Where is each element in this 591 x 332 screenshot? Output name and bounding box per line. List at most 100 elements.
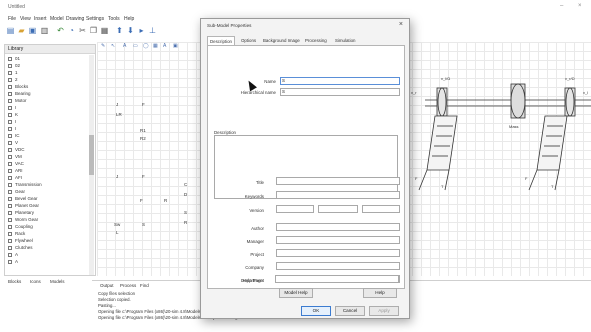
pin-icon[interactable]: ⊥ [148, 26, 157, 35]
library-item[interactable]: A [8, 259, 18, 266]
cut-icon[interactable]: ✂ [78, 26, 87, 35]
minimize-button[interactable]: – [560, 3, 563, 9]
hierarchical-name-field[interactable]: S [280, 88, 400, 96]
library-item[interactable]: Planetary [8, 210, 34, 217]
library-item[interactable]: Planet Gear [8, 203, 39, 210]
library-item[interactable]: Blocks [8, 84, 28, 91]
model-help-button[interactable]: Model Help [279, 288, 313, 298]
canvas-label[interactable]: J [116, 102, 118, 107]
version-minor-field[interactable] [318, 205, 358, 213]
library-item[interactable]: IC [8, 133, 20, 140]
canvas-label[interactable]: R1 [140, 128, 146, 133]
menu-model[interactable]: Model [50, 16, 64, 22]
library-item[interactable]: V [8, 140, 18, 147]
library-item[interactable]: 2 [8, 77, 18, 84]
library-item[interactable]: 01 [8, 56, 20, 63]
canvas-label[interactable]: F [140, 198, 143, 203]
keywords-field[interactable] [276, 191, 400, 199]
library-scrollbar[interactable] [89, 55, 94, 275]
canvas-label[interactable]: D [184, 192, 187, 197]
library-item[interactable]: 02 [8, 63, 20, 70]
library-item[interactable]: VDC [8, 147, 25, 154]
open-folder-icon[interactable]: ▰ [17, 26, 26, 35]
rectangle-tool-icon[interactable]: ▭ [133, 43, 138, 49]
canvas-label[interactable]: R2 [140, 136, 146, 141]
canvas-label[interactable]: L [116, 230, 119, 235]
menu-settings[interactable]: Settings [86, 16, 104, 22]
library-item[interactable]: Motor [8, 98, 27, 105]
canvas-label[interactable]: J [116, 174, 118, 179]
hatch-tool-icon[interactable]: ▦ [153, 43, 158, 49]
library-item[interactable]: ARI [8, 168, 23, 175]
canvas-label[interactable]: LR [116, 112, 122, 117]
library-item[interactable]: K [8, 112, 18, 119]
canvas-label[interactable]: F [142, 174, 145, 179]
menu-tools[interactable]: Tools [108, 16, 120, 22]
go-up-icon[interactable]: ⬆ [115, 26, 124, 35]
tab-output[interactable]: Output [100, 283, 114, 288]
library-item[interactable]: A [8, 252, 18, 259]
go-down-icon[interactable]: ⬇ [126, 26, 135, 35]
help-page-field[interactable] [275, 275, 399, 283]
library-item[interactable]: Flywheel [8, 238, 33, 245]
apply-button[interactable]: Apply [369, 306, 399, 316]
new-file-icon[interactable]: ▤ [6, 26, 15, 35]
version-major-field[interactable] [276, 205, 314, 213]
menu-drawing[interactable]: Drawing [66, 16, 84, 22]
image-tool-icon[interactable]: ▣ [173, 43, 178, 49]
scroll-thumb[interactable] [89, 135, 94, 175]
library-item[interactable]: AFI [8, 175, 22, 182]
cancel-button[interactable]: Cancel [335, 306, 365, 316]
close-app-button[interactable]: × [578, 3, 582, 9]
tab-blocks[interactable]: Blocks [8, 279, 21, 284]
tab-models[interactable]: Models [50, 279, 65, 284]
tab-icons[interactable]: Icons [30, 279, 41, 284]
company-field[interactable] [276, 262, 400, 270]
font-tool-icon[interactable]: A [163, 43, 166, 49]
ellipse-tool-icon[interactable]: ◯ [143, 43, 149, 49]
redo-icon[interactable]: ◔ [67, 26, 76, 35]
library-item[interactable]: I [8, 105, 16, 112]
library-item[interactable]: VAC [8, 161, 24, 168]
simulator-icon[interactable]: ▸ [137, 26, 146, 35]
menu-insert[interactable]: Insert [34, 16, 47, 22]
canvas-label[interactable]: C [184, 182, 187, 187]
copy-icon[interactable]: ❐ [89, 26, 98, 35]
library-item[interactable]: I [8, 126, 16, 133]
canvas-label[interactable]: R [164, 198, 167, 203]
canvas-label[interactable]: F [142, 102, 145, 107]
text-tool-icon[interactable]: A [123, 43, 126, 49]
library-item[interactable]: Clutches [8, 245, 33, 252]
library-item[interactable]: VM [8, 154, 22, 161]
project-field[interactable] [276, 249, 400, 257]
menu-view[interactable]: View [20, 16, 31, 22]
tab-process[interactable]: Process [120, 283, 136, 288]
description-textarea[interactable] [214, 135, 398, 199]
close-icon[interactable]: × [399, 21, 403, 28]
library-item[interactable]: Transmission [8, 182, 42, 189]
library-item[interactable]: Bevel Gear [8, 196, 38, 203]
title-field[interactable] [276, 177, 400, 185]
canvas-label[interactable]: S [142, 222, 145, 227]
paste-icon[interactable]: ▦ [100, 26, 109, 35]
library-item[interactable]: Worm Gear [8, 217, 38, 224]
library-item[interactable]: Rack [8, 231, 25, 238]
library-item[interactable]: Bearing [8, 91, 31, 98]
canvas-label[interactable]: R [184, 220, 187, 225]
library-item[interactable]: Gear [8, 189, 25, 196]
library-item[interactable]: 1 [8, 70, 18, 77]
library-item[interactable]: I [8, 119, 16, 126]
menu-help[interactable]: Help [124, 16, 134, 22]
name-field[interactable]: S [280, 77, 400, 85]
undo-icon[interactable]: ↶ [56, 26, 65, 35]
author-field[interactable] [276, 223, 400, 231]
canvas-label[interactable]: Sw [114, 222, 120, 227]
save-icon[interactable]: ▣ [28, 26, 37, 35]
select-icon[interactable]: ↖ [111, 43, 115, 49]
edit-icon[interactable]: ✎ [101, 43, 105, 49]
version-build-field[interactable] [362, 205, 400, 213]
mechanical-diagram[interactable]: v_l/Ω v_r/Ω Mass v_r v_l F F T T [405, 70, 591, 200]
manager-field[interactable] [276, 236, 400, 244]
library-item[interactable]: Coupling [8, 224, 33, 231]
help-button[interactable]: Help [363, 288, 397, 298]
